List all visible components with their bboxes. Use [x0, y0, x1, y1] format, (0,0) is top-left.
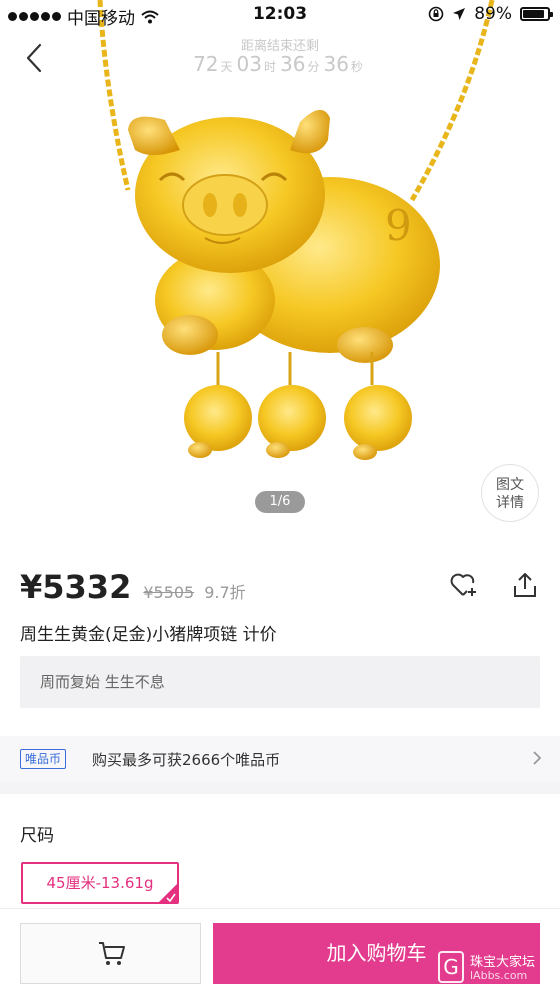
countdown-days-unit: 天 — [220, 60, 233, 74]
current-price: ¥5332 — [20, 568, 132, 606]
share-icon[interactable] — [512, 571, 538, 599]
selected-check-icon — [159, 884, 177, 902]
image-text-detail-button[interactable]: 图文 详情 — [481, 464, 539, 522]
status-right: 89% — [428, 4, 553, 24]
shopping-cart-icon — [99, 942, 125, 965]
size-option-label: 45厘米-13.61g — [46, 874, 154, 892]
countdown-days: 72 — [193, 52, 219, 76]
product-slogan: 周而复始 生生不息 — [20, 656, 540, 708]
countdown-hours-unit: 时 — [263, 60, 276, 74]
watermark-text: 珠宝大家坛 — [470, 955, 536, 970]
status-bar: 中国移动 12:03 89% — [0, 0, 560, 30]
price-row: ¥5332 ¥5505 9.7折 — [20, 568, 246, 608]
gallery-bottom-spacer — [0, 540, 560, 550]
countdown-hours: 03 — [236, 52, 262, 76]
cart-button[interactable] — [20, 923, 201, 984]
detail-button-label-line1: 图文 — [496, 477, 524, 493]
size-option-selected[interactable]: 45厘米-13.61g — [21, 862, 179, 904]
battery-icon — [520, 7, 553, 21]
size-section-label: 尺码 — [20, 826, 54, 846]
vip-coin-badge: 唯品币 — [20, 749, 67, 769]
countdown-seconds: 36 — [323, 52, 349, 76]
detail-button-label-line2: 详情 — [496, 495, 524, 511]
product-title: 周生生黄金(足金)小猪牌项链 计价 — [20, 625, 277, 645]
discount-rate: 9.7折 — [204, 583, 246, 602]
sale-countdown-timer: 72 天 03 时 36 分 36 秒 — [0, 52, 560, 76]
section-spacer — [0, 726, 560, 736]
section-divider — [0, 782, 560, 794]
product-image-gallery[interactable]: 9 1/6 图文 详情 — [0, 0, 560, 540]
battery-percent: 89% — [474, 4, 512, 24]
forum-watermark: G 珠宝大家坛 lAbbs.com — [438, 947, 542, 987]
chevron-right-icon — [533, 751, 542, 765]
countdown-seconds-unit: 秒 — [350, 60, 363, 74]
countdown-minutes: 36 — [280, 52, 306, 76]
vip-coin-text: 购买最多可获2666个唯品币 — [92, 751, 281, 769]
gallery-page-indicator: 1/6 — [255, 491, 305, 513]
svg-text:9: 9 — [385, 201, 412, 250]
vip-coin-reward-row[interactable]: 唯品币 购买最多可获2666个唯品币 — [0, 736, 560, 782]
rotation-lock-icon — [428, 6, 444, 22]
countdown-minutes-unit: 分 — [307, 60, 320, 74]
favorite-add-icon[interactable] — [449, 571, 479, 599]
original-price: ¥5505 — [143, 583, 195, 602]
gold-pig-pendant-image: 9 — [97, 0, 495, 460]
location-arrow-icon — [453, 8, 466, 20]
watermark-logo: G — [438, 951, 464, 983]
battery-level-fill — [523, 10, 545, 18]
watermark-url: lAbbs.com — [470, 969, 528, 982]
